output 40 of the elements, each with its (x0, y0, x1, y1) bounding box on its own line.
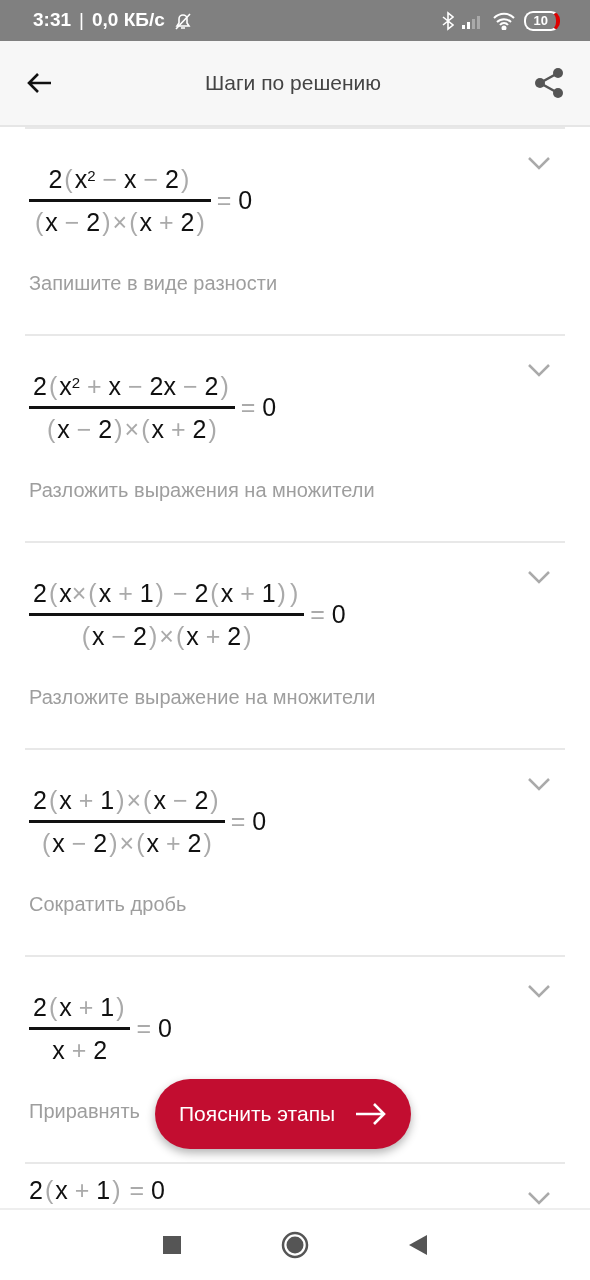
numerator: 2(x$^{2}$ + x − 2x − 2) (32, 371, 230, 402)
equation: 2(x + 1) = 0 (29, 1175, 165, 1206)
chevron-icon[interactable] (527, 362, 551, 378)
battery-indicator: 10 (523, 10, 560, 31)
denominator: x + 2 (51, 1035, 109, 1066)
home-button[interactable] (281, 1231, 309, 1259)
numerator: 2(x + 1)×(x − 2) (32, 785, 220, 816)
equation-result: = 0 (310, 598, 346, 630)
network-speed: 0,0 КБ/с (91, 8, 165, 33)
denominator: (x − 2)×(x + 2) (46, 414, 218, 445)
bluetooth-icon (441, 10, 454, 31)
chevron-icon[interactable] (527, 1190, 551, 1206)
numerator: 2(x$^{2}$ − x − 2) (47, 164, 191, 195)
denominator: (x − 2)×(x + 2) (40, 828, 213, 859)
chevron-icon[interactable] (527, 569, 551, 585)
arrow-icon (355, 1102, 388, 1126)
denominator: (x − 2)×(x + 2) (34, 207, 206, 238)
wifi-icon (491, 11, 516, 30)
step-description: Приравнять (29, 1099, 140, 1124)
step-description: Сократить дробь (29, 892, 187, 917)
step-description: Запишите в виде разности (29, 271, 278, 296)
explain-steps-button[interactable]: Пояснить этапы (155, 1079, 412, 1149)
equation-result: = 0 (136, 1012, 172, 1044)
chevron-icon[interactable] (527, 155, 551, 171)
back-arrow-icon[interactable] (26, 72, 52, 94)
chevron-icon[interactable] (527, 776, 551, 792)
clock: 3:31 (33, 8, 72, 33)
numerator: 2(x + 1) (32, 992, 126, 1023)
separator: | (79, 8, 84, 33)
share-icon[interactable] (534, 67, 564, 99)
screen-title: Шаги по решению (205, 70, 381, 97)
denominator: (x − 2)×(x + 2) (80, 621, 253, 652)
chevron-icon[interactable] (527, 983, 551, 999)
back-button[interactable] (409, 1235, 427, 1255)
step-description: Разложить выражения на множители (29, 478, 375, 503)
numerator: 2(x×(x + 1) − 2(x + 1)) (32, 578, 300, 609)
equation-result: = 0 (230, 805, 267, 837)
equation-result: = 0 (240, 391, 277, 423)
equation-result: = 0 (216, 184, 253, 216)
step-description: Разложите выражение на множители (29, 685, 376, 710)
